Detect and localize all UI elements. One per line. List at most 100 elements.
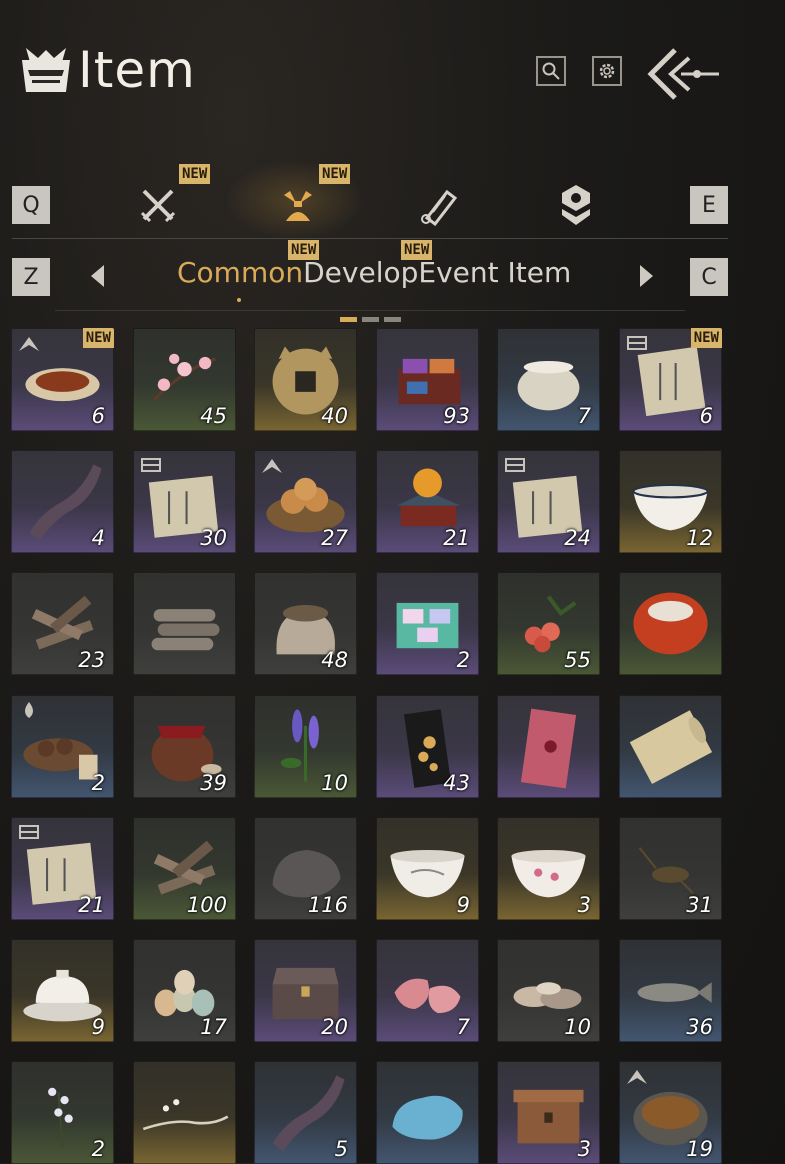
crossed-swords-icon: [140, 189, 176, 223]
item-quantity: 2: [91, 771, 105, 795]
tab-materials[interactable]: [551, 180, 601, 230]
branch-icon: [142, 1099, 229, 1131]
item-slot-carved-box[interactable]: 3: [497, 1061, 600, 1164]
item-slot-white-bowl[interactable]: 12: [619, 450, 722, 553]
item-slot-logs[interactable]: [133, 572, 236, 675]
subtab-prev-arrow-icon[interactable]: [91, 265, 104, 287]
item-quantity: 21: [78, 893, 105, 917]
upgrade-icon: [262, 459, 282, 473]
item-new-badge: NEW: [82, 328, 114, 348]
item-slot-white-flowers[interactable]: 2: [11, 1061, 114, 1164]
item-slot-orb-stand[interactable]: 21: [376, 450, 479, 553]
prev-tab-key[interactable]: Q: [12, 186, 50, 224]
pouch-icon: [284, 191, 312, 221]
item-slot-lidded-bowl[interactable]: 9: [11, 939, 114, 1042]
skill-book-icon: [19, 825, 39, 839]
item-slot-pills[interactable]: 2: [11, 695, 114, 798]
item-quantity: 9: [91, 1015, 105, 1039]
subtab-develop[interactable]: Develop: [303, 256, 418, 289]
item-slot-firewood[interactable]: 100: [133, 817, 236, 920]
item-quantity: 6: [91, 404, 105, 428]
subtab-next-arrow-icon[interactable]: [640, 265, 653, 287]
item-slot-horn[interactable]: 4: [11, 450, 114, 553]
item-quantity: 17: [200, 1015, 227, 1039]
item-slot-fish[interactable]: 36: [619, 939, 722, 1042]
subtab-common[interactable]: Common: [177, 256, 303, 289]
item-quantity: 10: [564, 1015, 591, 1039]
tab-new-badge: NEW: [179, 164, 211, 184]
item-quantity: 19: [686, 1137, 713, 1161]
tab-items[interactable]: [273, 180, 323, 230]
settings-button[interactable]: [592, 56, 622, 86]
item-slot-manual-page[interactable]: 21: [11, 817, 114, 920]
item-quantity: 10: [321, 771, 348, 795]
item-quantity: 24: [564, 526, 591, 550]
scroll-icon: [421, 189, 458, 226]
item-slot-wine-jar[interactable]: 39: [133, 695, 236, 798]
drop-icon: [25, 702, 33, 718]
skill-book-icon: [141, 458, 161, 472]
item-quantity: 4: [91, 526, 105, 550]
item-quantity: 116: [307, 893, 348, 917]
page-indicator: [362, 317, 379, 322]
item-slot-red-stone[interactable]: [619, 572, 722, 675]
item-slot-lychee[interactable]: 55: [497, 572, 600, 675]
skill-book-icon: [505, 458, 525, 472]
search-button[interactable]: [536, 56, 566, 86]
next-subtab-key[interactable]: C: [690, 258, 728, 296]
item-slot-lavender[interactable]: 10: [254, 695, 357, 798]
subtab-event-item[interactable]: Event Item: [418, 256, 571, 289]
item-slot-fish-dish[interactable]: NEW 6: [11, 328, 114, 431]
back-arrow-icon[interactable]: [645, 46, 721, 102]
active-subtab-dot: [237, 298, 241, 302]
item-slot-manual-scroll[interactable]: NEW 6: [619, 328, 722, 431]
prev-subtab-key[interactable]: Z: [12, 258, 50, 296]
bag-logo-icon: [22, 48, 70, 92]
red-envelope-icon: [520, 708, 577, 789]
item-slot-stew-pot[interactable]: 19: [619, 1061, 722, 1164]
item-slot-gem-box[interactable]: 2: [376, 572, 479, 675]
item-quantity: 6: [699, 404, 713, 428]
item-slot-oysters[interactable]: 10: [497, 939, 600, 1042]
item-slot-pigment-box[interactable]: 93: [376, 328, 479, 431]
item-slot-cricket[interactable]: 31: [619, 817, 722, 920]
item-slot-bread-basket[interactable]: 27: [254, 450, 357, 553]
item-new-badge: NEW: [690, 328, 722, 348]
item-slot-red-envelope[interactable]: [497, 695, 600, 798]
item-slot-flower-bowl[interactable]: 3: [497, 817, 600, 920]
item-slot-treasure-chest[interactable]: 20: [254, 939, 357, 1042]
upgrade-icon: [627, 1070, 647, 1084]
item-slot-painted-bowl[interactable]: 9: [376, 817, 479, 920]
item-slot-gold-card[interactable]: 43: [376, 695, 479, 798]
item-slot-paper-scroll[interactable]: [619, 695, 722, 798]
page-indicator-active: [340, 317, 357, 322]
item-quantity: 5: [334, 1137, 348, 1161]
item-slot-firewood[interactable]: 23: [11, 572, 114, 675]
item-slot-horn[interactable]: 5: [254, 1061, 357, 1164]
layers-icon: [562, 185, 590, 225]
next-tab-key[interactable]: E: [690, 186, 728, 224]
item-quantity: 21: [443, 526, 470, 550]
header: Item: [16, 40, 196, 100]
item-quantity: 43: [443, 771, 470, 795]
item-quantity: 100: [186, 893, 227, 917]
item-slot-branch[interactable]: [133, 1061, 236, 1164]
red-stone-icon: [633, 592, 708, 655]
item-quantity: 2: [91, 1137, 105, 1161]
tab-equipment[interactable]: [133, 180, 183, 230]
item-slot-raw-meat[interactable]: 7: [376, 939, 479, 1042]
item-slot-eggs[interactable]: 17: [133, 939, 236, 1042]
item-slot-coin[interactable]: 40: [254, 328, 357, 431]
blue-ore-icon: [392, 1095, 463, 1140]
item-quantity: 45: [200, 404, 227, 428]
item-slot-porcelain-jar[interactable]: 7: [497, 328, 600, 431]
item-quantity: 40: [321, 404, 348, 428]
item-quantity: 20: [321, 1015, 348, 1039]
item-slot-grain-sack[interactable]: 48: [254, 572, 357, 675]
item-slot-plum-blossom[interactable]: 45: [133, 328, 236, 431]
item-slot-manual-page[interactable]: 30: [133, 450, 236, 553]
item-slot-rock[interactable]: 116: [254, 817, 357, 920]
item-slot-manual-page[interactable]: 24: [497, 450, 600, 553]
tab-scrolls[interactable]: [413, 180, 463, 230]
item-slot-blue-ore[interactable]: [376, 1061, 479, 1164]
